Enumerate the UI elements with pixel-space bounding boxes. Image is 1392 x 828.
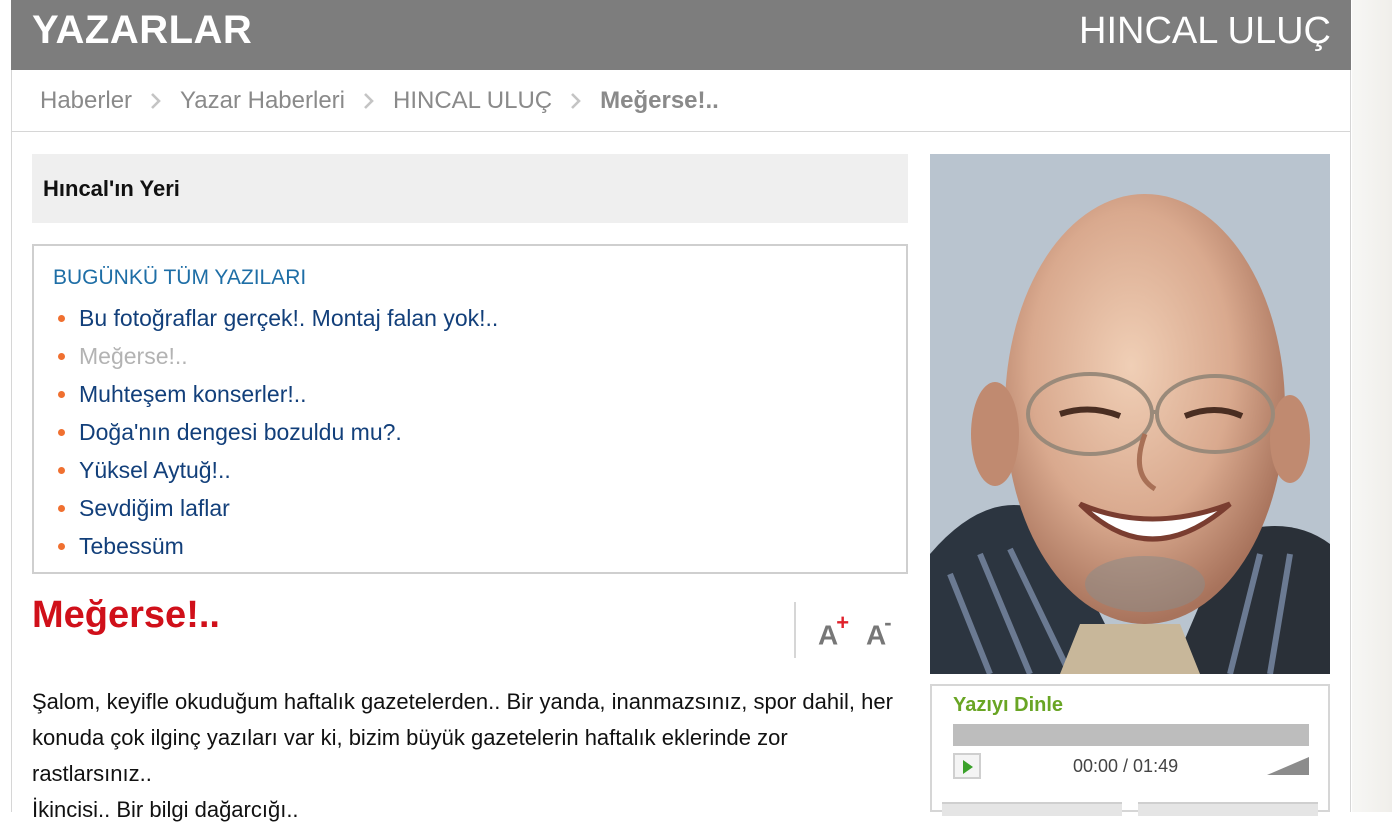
page-background-edge <box>1352 0 1392 812</box>
article-link-active: Meğerse!.. <box>56 337 498 375</box>
article-link-label[interactable]: Yüksel Aytuğ!.. <box>79 451 231 489</box>
article-body: Şalom, keyifle okuduğum haftalık gazetel… <box>32 684 912 828</box>
chevron-right-icon <box>345 89 393 112</box>
audio-progress-bar[interactable] <box>953 724 1309 746</box>
bullet-icon <box>58 466 65 474</box>
breadcrumb-item-haberler[interactable]: Haberler <box>40 87 132 115</box>
article-paragraph: İkincisi.. Bir bilgi dağarcığı.. <box>32 797 299 822</box>
article-link-label[interactable]: Sevdiğim laflar <box>79 489 230 527</box>
author-corner-title[interactable]: Hıncal'ın Yeri <box>43 176 180 202</box>
article-link[interactable]: Doğa'nın dengesi bozuldu mu?. <box>56 413 498 451</box>
article-link-label[interactable]: Tebessüm <box>79 527 184 565</box>
article-link[interactable]: Muhteşem konserler!.. <box>56 375 498 413</box>
todays-articles-box: BUGÜNKÜ TÜM YAZILARI Bu fotoğraflar gerç… <box>32 244 908 574</box>
bullet-icon <box>58 314 65 322</box>
site-header: YAZARLAR HINCAL ULUÇ <box>11 0 1351 70</box>
article-link-label[interactable]: Muhteşem konserler!.. <box>79 375 307 413</box>
article-link-label[interactable]: Bu fotoğraflar gerçek!. Montaj falan yok… <box>79 299 498 337</box>
chevron-right-icon <box>552 89 600 112</box>
author-photo <box>930 154 1330 674</box>
section-title[interactable]: YAZARLAR <box>32 8 252 53</box>
audio-player: Yazıyı Dinle 00:00 / 01:49 <box>930 684 1330 816</box>
font-increase-button[interactable]: A+ <box>818 610 849 651</box>
bullet-icon <box>58 542 65 550</box>
todays-articles-heading[interactable]: BUGÜNKÜ TÜM YAZILARI <box>53 266 306 290</box>
bullet-icon <box>58 504 65 512</box>
font-decrease-button[interactable]: A- <box>866 610 892 651</box>
bullet-icon <box>58 390 65 398</box>
audio-time: 00:00 / 01:49 <box>1073 756 1179 776</box>
chevron-right-icon <box>132 89 180 112</box>
bullet-icon <box>58 428 65 436</box>
breadcrumb-current: Meğerse!.. <box>600 86 719 114</box>
audio-button-row <box>942 802 1322 816</box>
breadcrumb-item-yazar-haberleri[interactable]: Yazar Haberleri <box>180 87 345 115</box>
audio-button-left[interactable] <box>942 802 1122 816</box>
play-icon[interactable] <box>953 753 981 779</box>
breadcrumb-item-author[interactable]: HINCAL ULUÇ <box>393 87 552 115</box>
breadcrumb: Haberler Yazar Haberleri HINCAL ULUÇ Meğ… <box>11 70 1351 132</box>
audio-button-right[interactable] <box>1138 802 1318 816</box>
todays-articles-list: Bu fotoğraflar gerçek!. Montaj falan yok… <box>56 299 498 565</box>
audio-player-title: Yazıyı Dinle <box>953 694 1064 716</box>
volume-icon[interactable] <box>1267 757 1309 775</box>
article-link[interactable]: Sevdiğim laflar <box>56 489 498 527</box>
article-link[interactable]: Bu fotoğraflar gerçek!. Montaj falan yok… <box>56 299 498 337</box>
article-link-label: Meğerse!.. <box>79 343 188 369</box>
author-portrait-image <box>930 154 1330 674</box>
article-paragraph: Şalom, keyifle okuduğum haftalık gazetel… <box>32 689 893 786</box>
font-size-tools: A+ A- <box>794 602 906 658</box>
bullet-icon <box>58 352 65 360</box>
author-name[interactable]: HINCAL ULUÇ <box>1079 10 1331 53</box>
article-link[interactable]: Tebessüm <box>56 527 498 565</box>
article-title: Meğerse!.. <box>32 594 220 636</box>
article-link-label[interactable]: Doğa'nın dengesi bozuldu mu?. <box>79 413 402 451</box>
article-link[interactable]: Yüksel Aytuğ!.. <box>56 451 498 489</box>
author-corner-box: Hıncal'ın Yeri <box>32 154 908 223</box>
